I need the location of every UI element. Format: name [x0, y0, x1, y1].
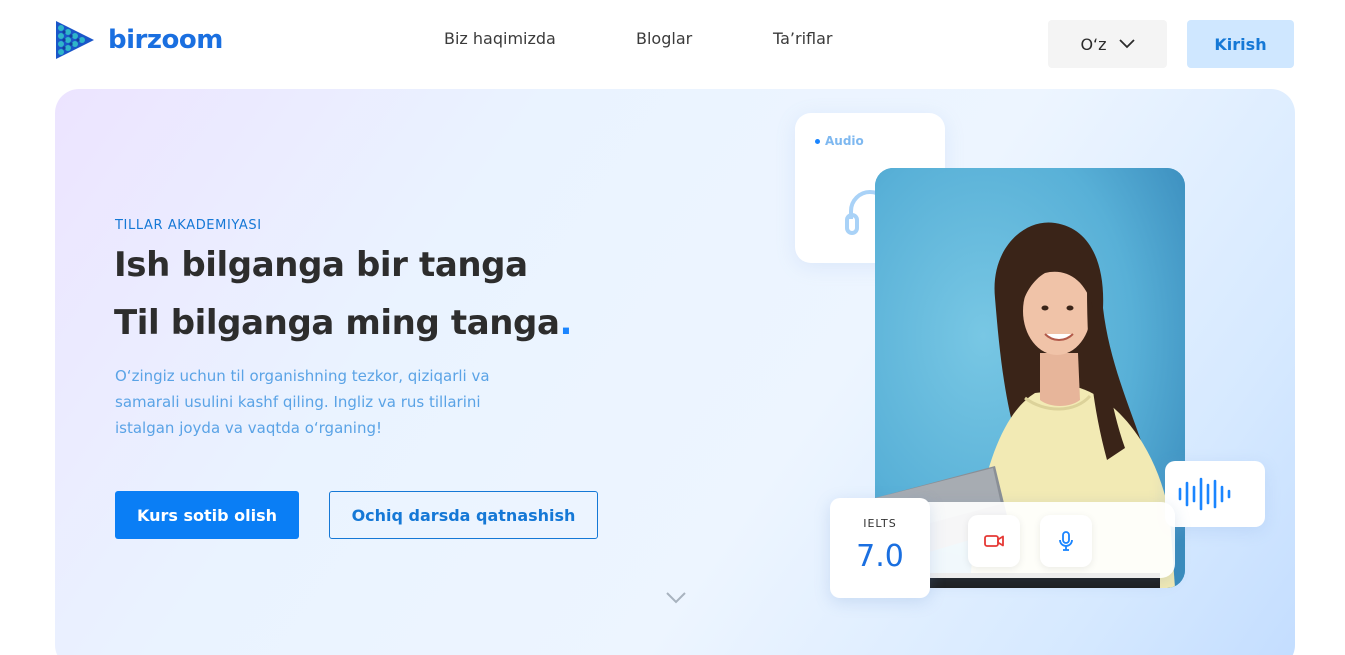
- call-controls-bar: [911, 502, 1175, 578]
- logo-mark-icon: [56, 21, 94, 59]
- language-selector-label: O‘z: [1080, 34, 1107, 54]
- audio-label-text: Audio: [825, 134, 864, 148]
- nav-link-pricing[interactable]: Ta’riflar: [773, 29, 833, 48]
- site-header: birzoom Biz haqimizda Bloglar Ta’riflar …: [0, 0, 1345, 88]
- hero-eyebrow: TILLAR AKADEMIYASI: [115, 218, 262, 233]
- hero-title-dot: .: [559, 303, 573, 343]
- microphone-icon: [1059, 531, 1073, 551]
- audio-label: Audio: [815, 134, 864, 148]
- chevron-down-icon: [1118, 39, 1135, 49]
- hero-title-line2: Til bilganga ming tanga.: [114, 303, 572, 343]
- ielts-score: 7.0: [856, 539, 904, 574]
- video-camera-icon: [984, 535, 1004, 547]
- nav-link-about[interactable]: Biz haqimizda: [444, 29, 556, 48]
- brand-name: birzoom: [108, 25, 223, 55]
- open-lesson-button[interactable]: Ochiq darsda qatnashish: [329, 491, 598, 539]
- microphone-toggle-button[interactable]: [1040, 515, 1092, 567]
- nav-link-blogs[interactable]: Bloglar: [636, 29, 692, 48]
- ielts-label: IELTS: [863, 517, 897, 530]
- video-toggle-button[interactable]: [968, 515, 1020, 567]
- hero-title-line2-text: Til bilganga ming tanga: [114, 303, 560, 343]
- language-selector[interactable]: O‘z: [1048, 20, 1167, 68]
- hero-description: O‘zingiz uchun til organishning tezkor, …: [115, 367, 490, 437]
- hero-title-line1: Ish bilganga bir tanga: [114, 245, 528, 285]
- bullet-dot-icon: [815, 138, 820, 144]
- brand-logo[interactable]: birzoom: [54, 19, 223, 61]
- ielts-score-card: IELTS 7.0: [830, 498, 930, 598]
- hero-section: TILLAR AKADEMIYASI Ish bilganga bir tang…: [55, 89, 1295, 655]
- buy-course-button[interactable]: Kurs sotib olish: [115, 491, 299, 539]
- audio-wave-card: [1165, 461, 1265, 527]
- scroll-down-chevron-icon[interactable]: [665, 591, 687, 605]
- sound-wave-icon: [1178, 477, 1231, 511]
- login-button[interactable]: Kirish: [1187, 20, 1294, 68]
